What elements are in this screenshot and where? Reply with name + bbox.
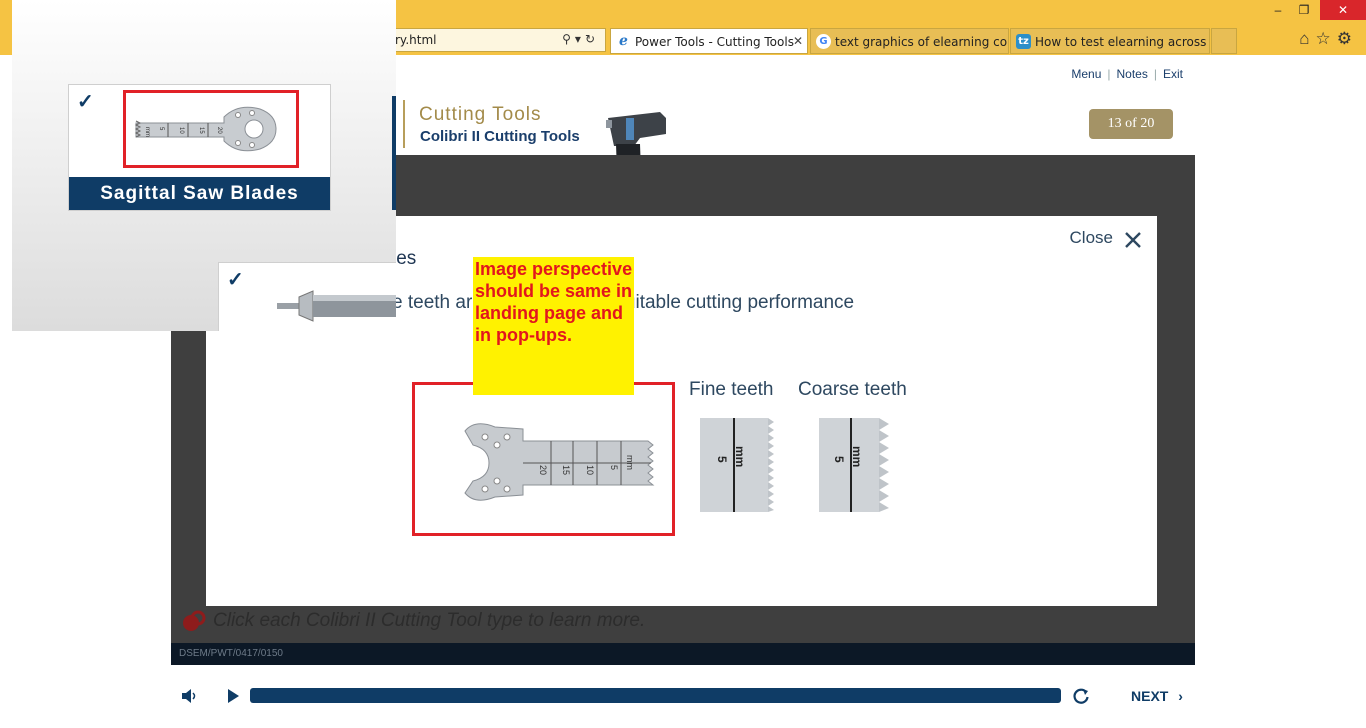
document-code: DSEM/PWT/0417/0150 xyxy=(179,648,283,659)
tab-close-icon[interactable]: ✕ xyxy=(793,34,803,48)
course-subtitle: Colibri II Cutting Tools xyxy=(420,128,580,145)
stage-footer: DSEM/PWT/0417/0150 xyxy=(171,643,1195,665)
checkmark-icon: ✓ xyxy=(77,91,94,113)
coarse-teeth-label: Coarse teeth xyxy=(798,379,907,400)
next-label: NEXT xyxy=(1131,688,1169,704)
hand-pointer-icon xyxy=(183,610,206,631)
card-blade-image: mm 5 10 15 20 xyxy=(134,106,277,152)
tz-icon: tz xyxy=(1016,34,1031,49)
coarse-mark-mm: mm xyxy=(850,446,864,467)
card-drill-bit-image xyxy=(277,290,396,322)
coarse-mark-5: 5 xyxy=(832,456,846,463)
card-edge-partial xyxy=(392,96,396,210)
tab-test-elearning[interactable]: tz How to test elearning across m... xyxy=(1010,28,1210,54)
page-counter-badge: 13 of 20 xyxy=(1089,109,1173,139)
card-label: Sagittal Saw Blades xyxy=(69,177,330,210)
gear-icon[interactable]: ⚙ xyxy=(1337,29,1358,48)
window-close-button[interactable]: ✕ xyxy=(1320,0,1366,20)
address-bar-icons[interactable]: ⚲▾↻ xyxy=(562,32,599,46)
popup-description-left: e teeth ar xyxy=(392,292,473,313)
blade-image-highlight: 20 15 10 5 mm xyxy=(412,382,675,536)
card-mark-10: 10 xyxy=(178,127,184,134)
blade-mark-mm: mm xyxy=(625,455,635,470)
exit-link[interactable]: Exit xyxy=(1163,67,1183,81)
ie-icon: ℯ xyxy=(619,33,628,49)
restore-button[interactable]: ❐ xyxy=(1290,0,1318,20)
minimize-button[interactable]: – xyxy=(1264,0,1292,20)
fine-mark-5: 5 xyxy=(715,456,729,463)
google-icon: G xyxy=(816,34,831,49)
tab-label: text graphics of elearning cour... xyxy=(835,35,1008,49)
card-second-blade[interactable]: ✓ xyxy=(218,262,396,331)
tab-google[interactable]: G text graphics of elearning cour... xyxy=(810,28,1009,54)
sagittal-blade-image: 20 15 10 5 mm xyxy=(464,423,655,501)
close-label[interactable]: Close xyxy=(1070,228,1113,248)
fine-teeth-image[interactable]: mm 5 xyxy=(700,416,776,514)
browser-home-favorites-settings[interactable]: ⌂☆⚙ xyxy=(1299,29,1358,49)
next-button[interactable]: NEXT › xyxy=(1131,688,1183,704)
menu-link[interactable]: Menu xyxy=(1071,67,1101,81)
volume-icon[interactable] xyxy=(180,686,200,706)
review-annotation-note: Image perspective should be same in land… xyxy=(473,257,634,395)
landing-page-inset: ✓ mm 5 10 15 20 Sagittal Saw Blades ✓ xyxy=(12,0,396,331)
address-text: ry.html xyxy=(395,33,437,47)
card-mark-mm: mm xyxy=(144,127,150,137)
instruction-text: Click each Colibri II Cutting Tool type … xyxy=(213,610,646,632)
replay-icon[interactable] xyxy=(1071,686,1091,706)
course-top-nav: Menu | Notes | Exit xyxy=(1071,67,1183,81)
chevron-right-icon: › xyxy=(1178,688,1183,704)
tab-label: How to test elearning across m... xyxy=(1035,35,1209,49)
instruction-hint: Click each Colibri II Cutting Tool type … xyxy=(181,610,645,632)
fine-teeth-label: Fine teeth xyxy=(689,379,774,400)
coarse-teeth-image[interactable]: mm 5 xyxy=(819,416,895,514)
blade-mark-5: 5 xyxy=(609,465,619,470)
blade-mark-20: 20 xyxy=(538,465,548,475)
home-icon[interactable]: ⌂ xyxy=(1299,29,1315,48)
star-icon[interactable]: ☆ xyxy=(1316,29,1337,48)
player-controls: NEXT › xyxy=(0,683,1366,711)
address-bar[interactable]: ry.html ⚲▾↻ xyxy=(384,28,606,52)
title-divider xyxy=(403,100,405,148)
blade-mark-15: 15 xyxy=(561,465,571,475)
notes-link[interactable]: Notes xyxy=(1117,67,1148,81)
play-icon[interactable] xyxy=(223,686,243,706)
tab-label: Power Tools - Cutting Tools xyxy=(635,35,794,49)
card-mark-15: 15 xyxy=(198,127,204,134)
new-tab-button[interactable] xyxy=(1211,28,1237,54)
card-image-highlight: mm 5 10 15 20 xyxy=(123,90,299,168)
card-sagittal-saw-blades[interactable]: ✓ mm 5 10 15 20 Sagittal Saw Blades xyxy=(68,84,331,211)
progress-bar[interactable] xyxy=(250,688,1061,703)
checkmark-icon: ✓ xyxy=(227,269,244,291)
fine-mark-mm: mm xyxy=(733,446,747,467)
card-mark-20: 20 xyxy=(216,127,222,134)
close-icon[interactable] xyxy=(1123,230,1143,250)
blade-mark-10: 10 xyxy=(585,465,595,475)
course-title: Cutting Tools xyxy=(419,104,542,125)
tab-power-tools[interactable]: ℯ Power Tools - Cutting Tools ✕ xyxy=(610,28,808,54)
